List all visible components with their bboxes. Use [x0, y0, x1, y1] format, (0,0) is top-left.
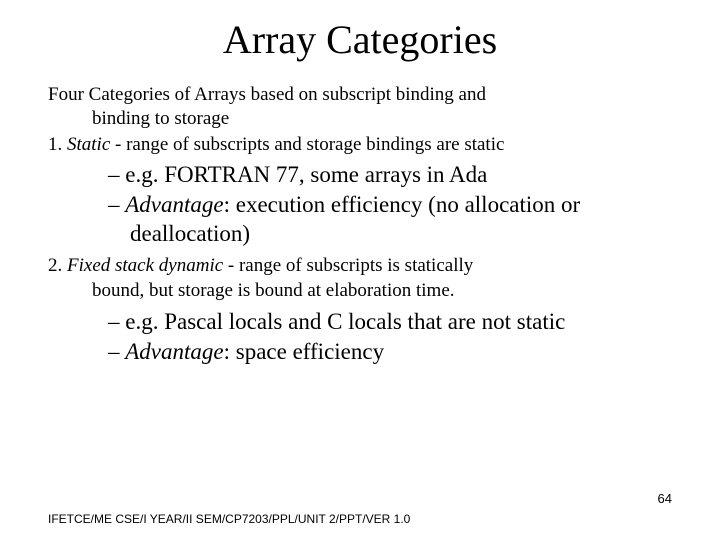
item1-desc: - range of subscripts and storage bindin…	[110, 134, 504, 155]
intro-line1: Four Categories of Arrays based on subsc…	[48, 84, 486, 105]
item2-desc-b: bound, but storage is bound at elaborati…	[48, 279, 672, 304]
item1-number: 1.	[48, 134, 67, 155]
item2-bullet-2: – Advantage: space efficiency	[48, 338, 672, 367]
item2-number: 2.	[48, 255, 67, 276]
category-1: 1. Static - range of subscripts and stor…	[48, 133, 672, 158]
item1-bullet2-dash: –	[108, 192, 125, 217]
item2-bullet2-rest: : space efficiency	[224, 339, 384, 364]
slide-title: Array Categories	[48, 16, 672, 63]
category-1-bullets: – e.g. FORTRAN 77, some arrays in Ada – …	[48, 161, 672, 248]
item1-term: Static	[67, 134, 110, 155]
item1-bullet-2: – Advantage: execution efficiency (no al…	[48, 191, 672, 249]
slide-container: Array Categories Four Categories of Arra…	[0, 0, 720, 540]
intro-line2: binding to storage	[48, 107, 672, 131]
item1-bullet2-label: Advantage	[125, 192, 223, 217]
intro-text: Four Categories of Arrays based on subsc…	[48, 83, 672, 131]
item1-bullet-1: – e.g. FORTRAN 77, some arrays in Ada	[48, 161, 672, 190]
footer-text: IFETCE/ME CSE/I YEAR/II SEM/CP7203/PPL/U…	[48, 512, 410, 526]
item2-bullet2-label: Advantage	[125, 339, 223, 364]
category-2-bullets: – e.g. Pascal locals and C locals that a…	[48, 308, 672, 367]
item2-bullet-1: – e.g. Pascal locals and C locals that a…	[48, 308, 672, 337]
item2-bullet2-dash: –	[108, 339, 125, 364]
page-number: 64	[658, 491, 672, 506]
item2-desc-a: - range of subscripts is statically	[223, 255, 473, 276]
item2-term: Fixed stack dynamic	[67, 255, 223, 276]
category-2: 2. Fixed stack dynamic - range of subscr…	[48, 254, 672, 303]
